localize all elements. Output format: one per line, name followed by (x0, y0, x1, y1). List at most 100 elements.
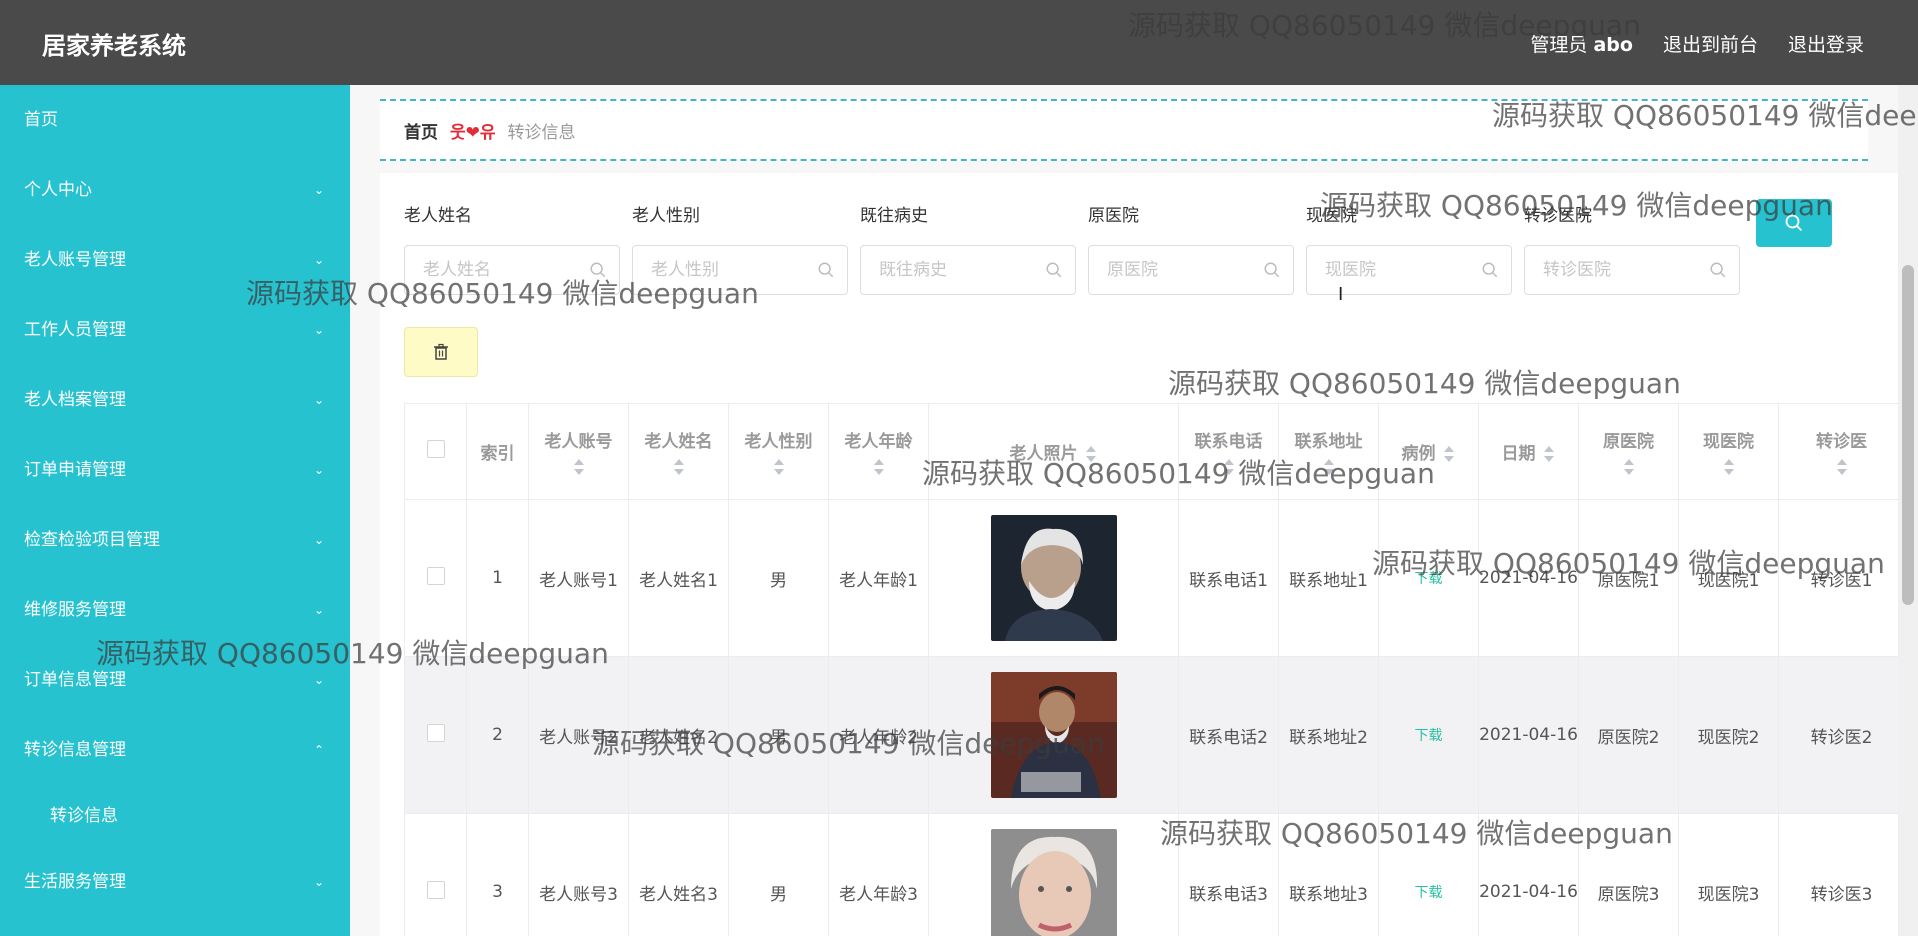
sidebar-item-repair[interactable]: 维修服务管理 ⌄ (0, 575, 350, 645)
col-header-date[interactable]: 日期 (1478, 403, 1579, 500)
search-icon (590, 262, 606, 278)
admin-name: abo (1593, 34, 1633, 56)
elder-gender-input[interactable] (633, 246, 847, 294)
cell-index: 1 (466, 499, 529, 657)
field-label: 既往病史 (860, 206, 928, 226)
cell-case: 下载 (1378, 656, 1479, 814)
col-header-address[interactable]: 联系地址 (1278, 403, 1379, 500)
cell-transfer-hospital: 转诊医3 (1778, 813, 1905, 936)
cell-phone: 联系电话1 (1178, 499, 1279, 657)
cell-index: 2 (466, 656, 529, 814)
col-header-orig-hospital[interactable]: 原医院 (1578, 403, 1679, 500)
chevron-down-icon: ⌄ (313, 603, 324, 617)
sidebar-item-referral-management[interactable]: 转诊信息管理 ⌃ (0, 715, 350, 785)
col-header-label: 老人照片 (1009, 444, 1078, 464)
col-header-gender[interactable]: 老人性别 (728, 403, 829, 500)
col-header-label: 现医院 (1703, 432, 1754, 452)
cell-address: 联系地址2 (1278, 656, 1379, 814)
breadcrumb-current: 转诊信息 (507, 122, 576, 143)
sidebar-item-personal-center[interactable]: 个人中心 ⌄ (0, 155, 350, 225)
chevron-down-icon: ⌄ (313, 323, 324, 337)
sidebar-item-elder-archive[interactable]: 老人档案管理 ⌄ (0, 365, 350, 435)
sidebar-item-inspection[interactable]: 检查检验项目管理 ⌄ (0, 505, 350, 575)
elder-name-input[interactable] (405, 246, 619, 294)
table-row: 3 老人账号3 老人姓名3 男 老人年龄3 联系电话3 联系地址3 下载 202… (404, 813, 1905, 936)
search-icon (818, 262, 834, 278)
col-header-transfer-hospital[interactable]: 转诊医 (1778, 403, 1905, 500)
text-cursor-icon: I (1338, 284, 1344, 305)
sidebar-item-staff[interactable]: 工作人员管理 ⌄ (0, 295, 350, 365)
sidebar-item-elder-account[interactable]: 老人账号管理 ⌄ (0, 225, 350, 295)
breadcrumb: 首页 웃❤유 转诊信息 (380, 99, 1868, 161)
elder-photo[interactable] (990, 515, 1117, 641)
table-row: 2 老人账号2 老人姓名2 男 老人年龄2 联系电话2 联系地址2 下载 202… (404, 656, 1905, 814)
row-checkbox[interactable] (426, 566, 445, 585)
cell-age: 老人年龄3 (828, 813, 929, 936)
delete-button[interactable] (404, 327, 478, 377)
col-header-account[interactable]: 老人账号 (528, 403, 629, 500)
cell-orig-hospital: 原医院3 (1578, 813, 1679, 936)
download-link[interactable]: 下载 (1415, 571, 1443, 587)
search-icon (1264, 262, 1280, 278)
elder-photo[interactable] (990, 829, 1117, 936)
search-button[interactable] (1756, 199, 1832, 247)
cell-name: 老人姓名2 (628, 656, 729, 814)
field-label: 转诊医院 (1524, 206, 1592, 226)
sidebar-item-label: 订单信息管理 (24, 670, 126, 690)
col-header-curr-hospital[interactable]: 现医院 (1678, 403, 1779, 500)
search-field-history: 既往病史 (860, 201, 1076, 295)
sidebar-item-label: 订单申请管理 (24, 460, 126, 480)
cell-case: 下载 (1378, 499, 1479, 657)
download-link[interactable]: 下载 (1415, 728, 1443, 744)
col-header-label: 联系地址 (1294, 432, 1363, 452)
sort-icon (1836, 459, 1847, 475)
sort-icon (773, 459, 784, 475)
sidebar-item-order-request[interactable]: 订单申请管理 ⌄ (0, 435, 350, 505)
col-header-case[interactable]: 病例 (1378, 403, 1479, 500)
scrollbar-thumb[interactable] (1902, 265, 1914, 605)
top-bar: 居家养老系统 管理员 abo 退出到前台 退出登录 (0, 0, 1918, 85)
sidebar-item-order-info[interactable]: 订单信息管理 ⌄ (0, 645, 350, 715)
table-header-row: 索引 老人账号 老人姓名 老人性别 老人年龄 老人照片 联系电话 联系地址 病例… (404, 403, 1905, 500)
col-header-phone[interactable]: 联系电话 (1178, 403, 1279, 500)
cell-photo (928, 813, 1179, 936)
logout-link[interactable]: 退出登录 (1788, 30, 1864, 57)
medical-history-input[interactable] (861, 246, 1075, 294)
row-checkbox[interactable] (426, 880, 445, 899)
sidebar-item-life-service[interactable]: 生活服务管理 ⌄ (0, 847, 350, 917)
trash-icon (434, 343, 448, 360)
col-header-label: 转诊医 (1816, 432, 1867, 452)
cell-name: 老人姓名1 (628, 499, 729, 657)
search-icon (1046, 262, 1062, 278)
cell-account: 老人账号1 (528, 499, 629, 657)
search-input-wrapper (1088, 245, 1294, 295)
sidebar-item-home[interactable]: 首页 (0, 85, 350, 155)
top-actions: 管理员 abo 退出到前台 退出登录 (1530, 30, 1864, 57)
cell-address: 联系地址1 (1278, 499, 1379, 657)
cell-address: 联系地址3 (1278, 813, 1379, 936)
sidebar-subitem-referral-info[interactable]: 转诊信息 (0, 785, 350, 847)
search-input-wrapper (632, 245, 848, 295)
back-to-front-link[interactable]: 退出到前台 (1663, 30, 1758, 57)
chevron-down-icon: ⌄ (313, 253, 324, 267)
col-header-index: 索引 (466, 403, 529, 500)
cell-age: 老人年龄2 (828, 656, 929, 814)
col-header-age[interactable]: 老人年龄 (828, 403, 929, 500)
col-header-name[interactable]: 老人姓名 (628, 403, 729, 500)
sort-icon (1323, 459, 1334, 475)
chevron-down-icon: ⌄ (313, 533, 324, 547)
select-all-checkbox[interactable] (426, 440, 445, 458)
vertical-scrollbar[interactable] (1898, 85, 1918, 936)
sidebar-item-label: 转诊信息 (50, 806, 118, 826)
cell-curr-hospital: 现医院1 (1678, 499, 1779, 657)
elder-photo[interactable] (990, 672, 1117, 798)
download-link[interactable]: 下载 (1415, 885, 1443, 901)
cell-gender: 男 (728, 499, 829, 657)
row-checkbox[interactable] (426, 723, 445, 742)
transfer-hospital-input[interactable] (1525, 246, 1739, 294)
cell-date: 2021-04-16 (1478, 813, 1579, 936)
col-header-photo[interactable]: 老人照片 (928, 403, 1179, 500)
breadcrumb-home[interactable]: 首页 (404, 118, 438, 143)
chevron-down-icon: ⌄ (313, 183, 324, 197)
field-label: 原医院 (1088, 206, 1139, 226)
